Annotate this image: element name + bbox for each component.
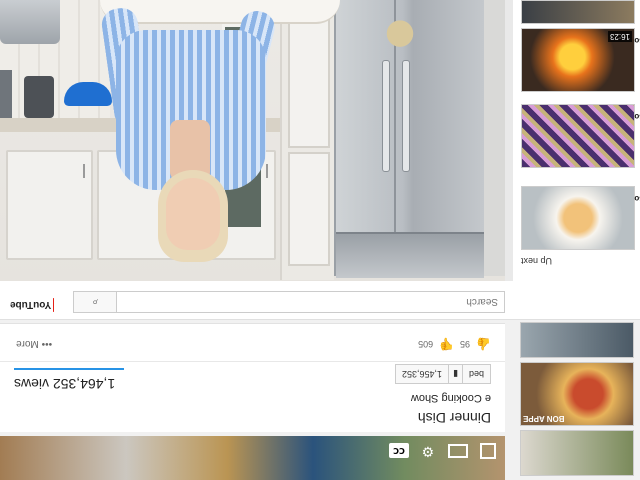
wall-edge [484, 0, 505, 276]
actions-row: 👍 95 👎 605 ••• More [0, 323, 505, 362]
more-button[interactable]: ••• More [16, 338, 52, 349]
fullscreen-icon[interactable] [477, 440, 499, 462]
youtube-logo[interactable]: YouTube [10, 293, 54, 317]
logo-text: YouTube [10, 299, 52, 311]
duration-badge: 16:23 [607, 31, 632, 42]
cabinet-door [6, 150, 94, 260]
like-dislike-group: 👍 95 👎 605 [418, 337, 491, 351]
video-meta: Bo [634, 36, 640, 45]
notification-bell-icon[interactable]: ▮ [448, 365, 462, 383]
video-meta: Bo [634, 194, 640, 203]
up-next-label: Up next [521, 256, 553, 266]
fridge-handle [402, 60, 410, 172]
video-meta: Bo [634, 112, 640, 121]
recommendation-sidebar: BON APPE [515, 320, 640, 480]
wall-cabinet [280, 0, 334, 280]
like-ratio-bar [14, 368, 124, 370]
wine-glass [384, 0, 416, 48]
thumbnail-caption: BON APPE [523, 414, 565, 423]
stand-mixer [24, 76, 54, 118]
view-count: 1,464,352 views [14, 376, 116, 392]
video-thumbnail[interactable] [521, 104, 635, 168]
youtube-page-inverted: BON APPE ⚙ CC Dinner Dish e Cooking Show… [0, 281, 640, 480]
play-logo-icon [53, 298, 54, 312]
video-thumbnail[interactable]: 16:23 [521, 28, 635, 92]
subscribe-button[interactable]: bed ▮ 1,456,352 [394, 364, 491, 384]
search-box: ⌕ [73, 291, 505, 313]
channel-name[interactable]: e Cooking Show [411, 392, 491, 404]
subscribe-label: bed [461, 365, 490, 383]
video-thumbnail[interactable] [520, 322, 634, 358]
video-title: Dinner Dish [417, 410, 491, 426]
like-count: 95 [460, 339, 471, 349]
channel-row: e Cooking Show [411, 392, 491, 404]
subscriber-count: 1,456,352 [401, 369, 443, 379]
settings-gear-icon[interactable]: ⚙ [417, 440, 439, 462]
video-thumbnail[interactable] [521, 0, 635, 24]
face [166, 178, 220, 250]
thumbs-up-icon[interactable]: 👍 [476, 337, 491, 351]
video-thumbnail[interactable] [520, 430, 634, 476]
masthead: ⌕ YouTube [0, 281, 640, 320]
search-icon[interactable]: ⌕ [74, 292, 117, 312]
host-person [99, 0, 279, 270]
video-thumbnail[interactable]: BON APPE [520, 362, 634, 426]
fridge-drawer [336, 232, 484, 278]
search-input[interactable] [118, 292, 504, 312]
cabinet-door [288, 14, 330, 148]
captions-icon[interactable]: CC [389, 443, 409, 459]
fridge-handle [382, 60, 390, 172]
video-player[interactable]: ⚙ CC [0, 436, 505, 480]
video-info-card: Dinner Dish e Cooking Show bed ▮ 1,456,3… [0, 323, 505, 432]
theater-mode-icon[interactable] [447, 440, 469, 462]
dislike-count: 605 [418, 339, 434, 349]
thumbs-down-icon[interactable]: 👎 [439, 337, 454, 351]
video-thumbnail[interactable] [521, 186, 635, 250]
player-controls: ⚙ CC [0, 436, 505, 466]
blue-bowl [64, 82, 112, 106]
range-hood [0, 0, 60, 44]
recommendation-sidebar-inverted: 16:23 Bo Bo Bo Up next [505, 0, 640, 282]
video-frame-inverted[interactable] [0, 0, 505, 282]
cabinet-door [288, 152, 330, 266]
